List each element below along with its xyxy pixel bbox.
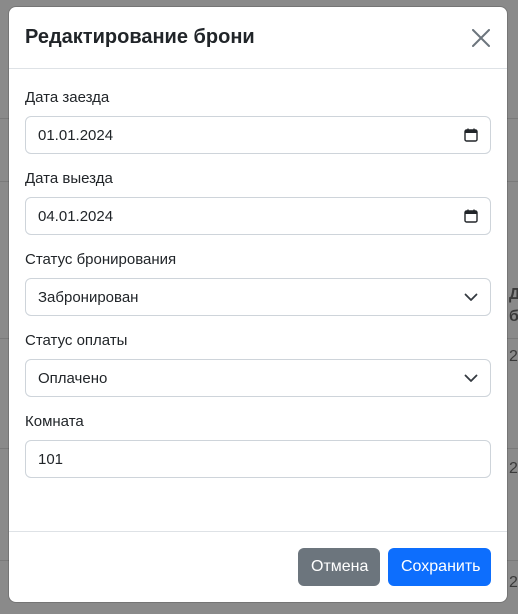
room-input[interactable]: 101 bbox=[25, 440, 491, 478]
booking-status-label: Статус бронирования bbox=[25, 251, 177, 268]
checkin-date-input[interactable]: 01.01.2024 bbox=[25, 116, 491, 154]
room-group: Комната 101 bbox=[25, 413, 491, 478]
modal-title: Редактирование брони bbox=[25, 26, 255, 48]
checkin-group: Дата заезда 01.01.2024 bbox=[25, 89, 491, 154]
payment-status-value: Оплачено bbox=[38, 369, 108, 387]
background-text: 2 bbox=[509, 348, 518, 365]
close-button[interactable] bbox=[469, 26, 493, 50]
close-icon bbox=[472, 28, 490, 47]
save-button[interactable]: Сохранить bbox=[388, 548, 491, 586]
checkin-label: Дата заезда bbox=[25, 89, 110, 106]
cancel-button[interactable]: Отмена bbox=[298, 548, 380, 586]
booking-status-value: Забронирован bbox=[38, 288, 139, 306]
chevron-down-icon bbox=[464, 374, 478, 382]
background-text: 2 bbox=[509, 574, 518, 591]
checkin-value: 01.01.2024 bbox=[38, 126, 114, 144]
background-text: Д bbox=[509, 286, 518, 303]
payment-status-select[interactable]: Оплачено bbox=[25, 359, 491, 397]
checkout-group: Дата выезда 04.01.2024 bbox=[25, 170, 491, 235]
background-text: б bbox=[509, 308, 518, 325]
modal-header: Редактирование брони bbox=[9, 7, 507, 69]
checkout-date-input[interactable]: 04.01.2024 bbox=[25, 197, 491, 235]
chevron-down-icon bbox=[464, 293, 478, 301]
booking-status-select[interactable]: Забронирован bbox=[25, 278, 491, 316]
checkout-value: 04.01.2024 bbox=[38, 207, 114, 225]
room-value: 101 bbox=[38, 450, 64, 468]
calendar-icon[interactable] bbox=[464, 209, 478, 223]
background-text: 2 bbox=[509, 460, 518, 477]
modal-footer: Отмена Сохранить bbox=[9, 531, 507, 602]
calendar-icon[interactable] bbox=[464, 128, 478, 142]
payment-status-label: Статус оплаты bbox=[25, 332, 128, 349]
booking-status-group: Статус бронирования Забронирован bbox=[25, 251, 491, 316]
room-label: Комната bbox=[25, 413, 84, 430]
payment-status-group: Статус оплаты Оплачено bbox=[25, 332, 491, 397]
checkout-label: Дата выезда bbox=[25, 170, 113, 187]
edit-booking-modal: Редактирование брони Дата заезда 01.01.2… bbox=[9, 7, 507, 602]
modal-body: Дата заезда 01.01.2024 Дата выезда 04.01… bbox=[9, 69, 507, 478]
